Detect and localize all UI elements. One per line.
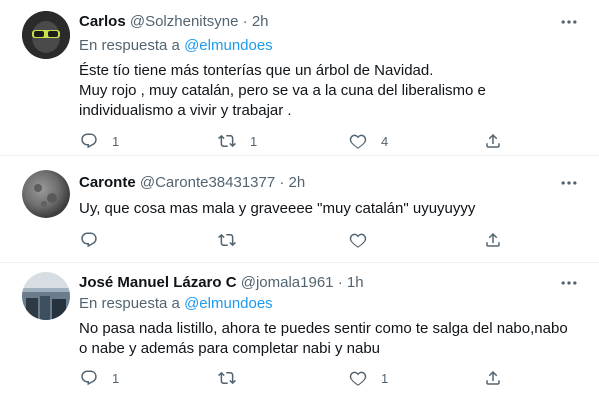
reply-context: En respuesta a @elmundoes [79, 37, 273, 54]
retweet-icon [218, 231, 236, 249]
timestamp[interactable]: 2h [289, 174, 306, 191]
reply-mention-link[interactable]: @elmundoes [184, 295, 273, 312]
tweet-text: No pasa nada listillo, ahora te puedes s… [79, 320, 568, 357]
display-name[interactable]: Carlos [79, 13, 126, 30]
tweet[interactable]: José Manuel Lázaro C @jomala1961 · 1h En… [0, 262, 599, 401]
reply-prefix: En respuesta a [79, 37, 180, 54]
share-button[interactable] [484, 129, 502, 153]
retweet-button[interactable] [218, 228, 236, 252]
reply-context: En respuesta a @elmundoes [79, 295, 273, 312]
reply-prefix: En respuesta a [79, 295, 180, 312]
separator-dot: · [337, 274, 343, 291]
reply-button[interactable]: 1 [80, 366, 119, 390]
user-handle[interactable]: @Solzhenitsyne [130, 13, 239, 30]
action-bar: 1 1 [72, 366, 512, 390]
more-icon[interactable] [559, 12, 579, 32]
reply-icon [80, 132, 98, 150]
retweet-button[interactable] [218, 366, 236, 390]
separator-dot: · [242, 13, 248, 30]
action-bar: 1 1 4 [72, 129, 512, 153]
share-button[interactable] [484, 366, 502, 390]
display-name[interactable]: Caronte [79, 174, 136, 191]
reply-button[interactable]: 1 [80, 129, 119, 153]
tweet-header: Caronte @Caronte38431377 · 2h [79, 174, 305, 191]
reply-icon [80, 369, 98, 387]
tweet-header: José Manuel Lázaro C @jomala1961 · 1h [79, 274, 364, 291]
more-icon[interactable] [559, 273, 579, 293]
timestamp[interactable]: 2h [252, 13, 269, 30]
share-icon [484, 231, 502, 249]
user-handle[interactable]: @jomala1961 [241, 274, 334, 291]
display-name[interactable]: José Manuel Lázaro C [79, 274, 237, 291]
like-count: 4 [381, 133, 389, 149]
share-button[interactable] [484, 228, 502, 252]
user-handle[interactable]: @Caronte38431377 [140, 174, 275, 191]
tweet-header: Carlos @Solzhenitsyne · 2h [79, 13, 269, 30]
tweet[interactable]: Carlos @Solzhenitsyne · 2h En respuesta … [0, 0, 599, 156]
avatar[interactable] [22, 11, 70, 59]
retweet-icon [218, 132, 236, 150]
reply-mention-link[interactable]: @elmundoes [184, 37, 273, 54]
more-icon[interactable] [559, 173, 579, 193]
tweet-text: Uy, que cosa mas mala y graveeee "muy ca… [79, 200, 476, 217]
tweet[interactable]: Caronte @Caronte38431377 · 2h Uy, que co… [0, 155, 599, 263]
tweet-text: Éste tío tiene más tonterías que un árbo… [79, 62, 486, 119]
like-button[interactable]: 4 [349, 129, 388, 153]
heart-icon [349, 231, 367, 249]
heart-icon [349, 132, 367, 150]
share-icon [484, 132, 502, 150]
like-button[interactable] [349, 228, 367, 252]
reply-icon [80, 231, 98, 249]
reply-button[interactable] [80, 228, 98, 252]
action-bar [72, 228, 512, 252]
share-icon [484, 369, 502, 387]
avatar[interactable] [22, 170, 70, 218]
reply-count: 1 [112, 133, 120, 149]
retweet-icon [218, 369, 236, 387]
separator-dot: · [279, 174, 285, 191]
reply-count: 1 [112, 370, 120, 386]
like-count: 1 [381, 370, 389, 386]
heart-icon [349, 369, 367, 387]
timestamp[interactable]: 1h [347, 274, 364, 291]
avatar[interactable] [22, 272, 70, 320]
retweet-button[interactable]: 1 [218, 129, 257, 153]
like-button[interactable]: 1 [349, 366, 388, 390]
retweet-count: 1 [250, 133, 258, 149]
